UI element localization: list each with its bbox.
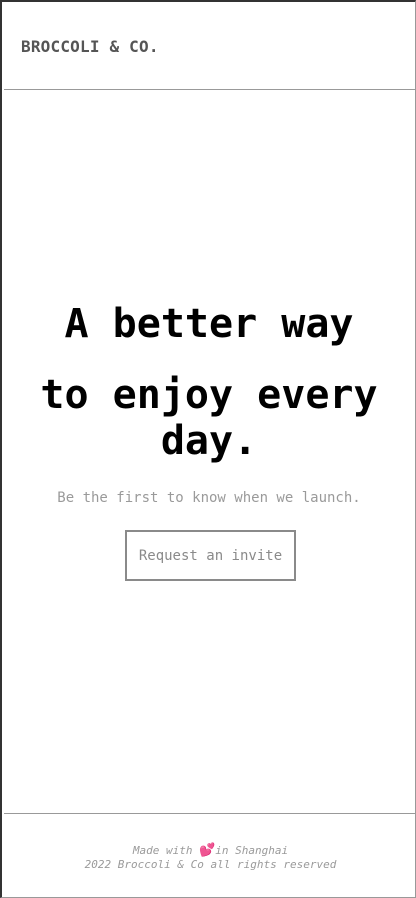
headline-line-1: A better way — [64, 301, 354, 347]
copyright-text: 2022 Broccoli & Co all rights reserved — [84, 857, 337, 871]
request-invite-button[interactable]: Request an invite — [125, 530, 296, 581]
top-header: BROCCOLI & CO. — [4, 4, 416, 90]
page-frame: BROCCOLI & CO. A better way to enjoy eve… — [0, 0, 416, 898]
made-with-line: Made with 💕in Shanghai — [132, 842, 289, 858]
made-with-suffix: in Shanghai — [215, 843, 289, 857]
headline-line-2: to enjoy every day. — [40, 372, 378, 464]
hero-headline: A better way to enjoy every day. — [2, 300, 416, 464]
hero-subtitle: Be the first to know when we launch. — [57, 490, 361, 506]
brand-logo-text[interactable]: BROCCOLI & CO. — [21, 37, 159, 56]
page-footer: Made with 💕in Shanghai 2022 Broccoli & C… — [4, 813, 416, 898]
heart-icon: 💕 — [199, 842, 216, 858]
made-with-prefix: Made with — [132, 843, 193, 857]
hero-section: A better way to enjoy every day. Be the … — [2, 90, 416, 813]
